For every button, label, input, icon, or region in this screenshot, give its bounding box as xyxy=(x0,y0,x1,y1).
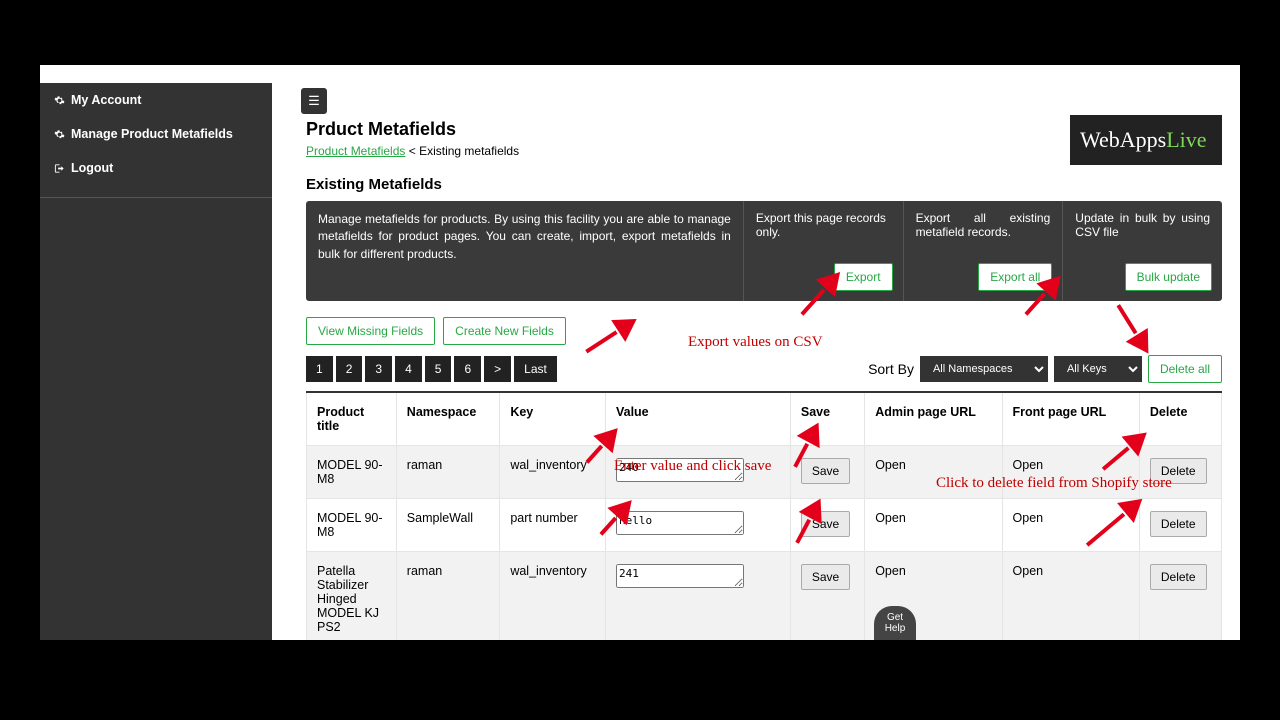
panel-description: Manage metafields for products. By using… xyxy=(306,201,744,301)
cell-product-title: Patella Stabilizer Hinged MODEL KJ PS2 xyxy=(307,552,397,641)
sidebar-item-logout[interactable]: Logout xyxy=(40,151,272,185)
th-value: Value xyxy=(605,392,790,446)
cell-key: wal_inventory xyxy=(500,446,606,499)
export-all-button[interactable]: Export all xyxy=(978,263,1052,291)
front-url-link[interactable]: Open xyxy=(1013,511,1044,525)
th-key: Key xyxy=(500,392,606,446)
metafields-table: Product title Namespace Key Value Save A… xyxy=(306,391,1222,640)
page-6[interactable]: 6 xyxy=(454,356,481,382)
table-row: MODEL 90-M8 raman wal_inventory 240 Save… xyxy=(307,446,1222,499)
admin-url-link[interactable]: Open xyxy=(875,564,906,578)
sort-key-select[interactable]: All Keys xyxy=(1054,356,1142,382)
value-input[interactable]: 241 xyxy=(616,564,744,588)
export-button[interactable]: Export xyxy=(834,263,893,291)
delete-all-button[interactable]: Delete all xyxy=(1148,355,1222,383)
page-next[interactable]: > xyxy=(484,356,511,382)
table-row: MODEL 90-M8 SampleWall part number hello… xyxy=(307,499,1222,552)
sort-namespace-select[interactable]: All Namespaces xyxy=(920,356,1048,382)
sidebar-item-label: My Account xyxy=(71,93,141,107)
panel-export-all: Export all existing metafield records. E… xyxy=(904,201,1064,301)
th-product-title: Product title xyxy=(307,392,397,446)
value-input[interactable]: hello xyxy=(616,511,744,535)
page-3[interactable]: 3 xyxy=(365,356,392,382)
front-url-link[interactable]: Open xyxy=(1013,458,1044,472)
panel-bulk-update: Update in bulk by using CSV file Bulk up… xyxy=(1063,201,1222,301)
th-admin-url: Admin page URL xyxy=(865,392,1002,446)
save-button[interactable]: Save xyxy=(801,511,850,537)
sidebar-item-account[interactable]: My Account xyxy=(40,83,272,117)
delete-button[interactable]: Delete xyxy=(1150,564,1207,590)
panel-export: Export this page records only. Export xyxy=(744,201,904,301)
admin-url-link[interactable]: Open xyxy=(875,458,906,472)
save-button[interactable]: Save xyxy=(801,564,850,590)
menu-toggle-icon[interactable]: ☰ xyxy=(301,88,327,114)
page-5[interactable]: 5 xyxy=(425,356,452,382)
sort-label: Sort By xyxy=(868,361,914,377)
sidebar-item-label: Manage Product Metafields xyxy=(71,127,233,141)
admin-url-link[interactable]: Open xyxy=(875,511,906,525)
gear-icon xyxy=(54,95,65,106)
cell-product-title: MODEL 90-M8 xyxy=(307,446,397,499)
page-4[interactable]: 4 xyxy=(395,356,422,382)
section-title: Existing Metafields xyxy=(306,176,1222,193)
page-last[interactable]: Last xyxy=(514,356,557,382)
save-button[interactable]: Save xyxy=(801,458,850,484)
th-namespace: Namespace xyxy=(396,392,500,446)
get-help-button[interactable]: GetHelp xyxy=(874,606,916,640)
cell-namespace: raman xyxy=(396,552,500,641)
delete-button[interactable]: Delete xyxy=(1150,511,1207,537)
cell-key: wal_inventory xyxy=(500,552,606,641)
page-2[interactable]: 2 xyxy=(336,356,363,382)
gear-icon xyxy=(54,129,65,140)
logout-icon xyxy=(54,163,65,174)
cell-key: part number xyxy=(500,499,606,552)
bulk-update-button[interactable]: Bulk update xyxy=(1125,263,1212,291)
cell-namespace: raman xyxy=(396,446,500,499)
table-row: Patella Stabilizer Hinged MODEL KJ PS2 r… xyxy=(307,552,1222,641)
sidebar: My Account Manage Product Metafields Log… xyxy=(40,83,272,640)
page-1[interactable]: 1 xyxy=(306,356,333,382)
logo: WebAppsLive xyxy=(1070,115,1222,165)
th-front-url: Front page URL xyxy=(1002,392,1139,446)
value-input[interactable]: 240 xyxy=(616,458,744,482)
create-new-fields-button[interactable]: Create New Fields xyxy=(443,317,566,345)
breadcrumb-link[interactable]: Product Metafields xyxy=(306,144,405,158)
view-missing-fields-button[interactable]: View Missing Fields xyxy=(306,317,435,345)
delete-button[interactable]: Delete xyxy=(1150,458,1207,484)
breadcrumb-current: < Existing metafields xyxy=(405,144,519,158)
pagination: 1 2 3 4 5 6 > Last xyxy=(306,356,557,382)
cell-product-title: MODEL 90-M8 xyxy=(307,499,397,552)
th-save: Save xyxy=(790,392,864,446)
front-url-link[interactable]: Open xyxy=(1013,564,1044,578)
sidebar-item-metafields[interactable]: Manage Product Metafields xyxy=(40,117,272,151)
sidebar-item-label: Logout xyxy=(71,161,113,175)
cell-namespace: SampleWall xyxy=(396,499,500,552)
th-delete: Delete xyxy=(1139,392,1221,446)
